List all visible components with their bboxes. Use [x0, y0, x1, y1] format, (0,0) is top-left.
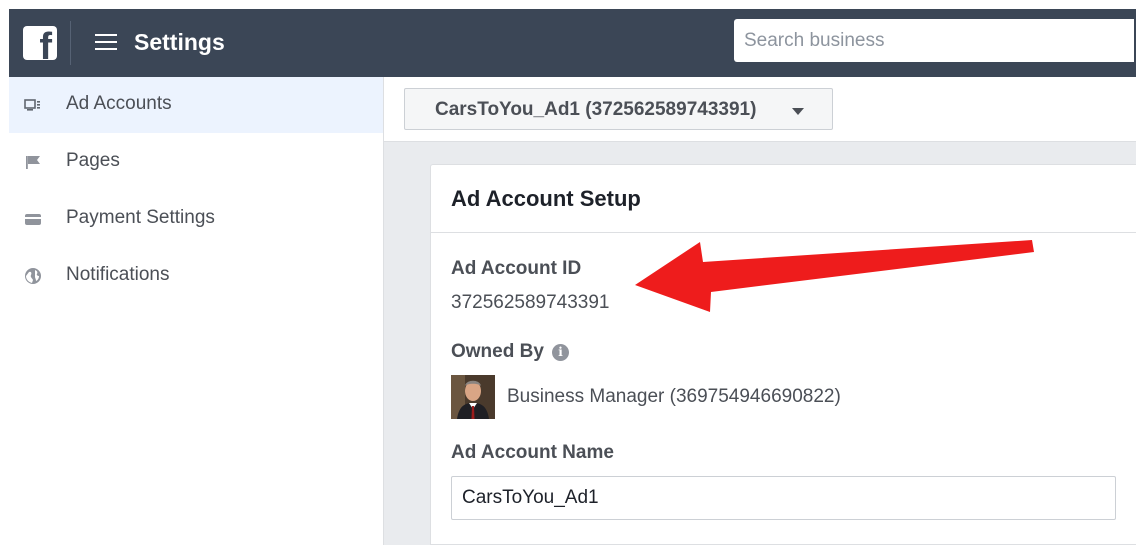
sidebar-item-notifications[interactable]: Notifications: [9, 248, 383, 304]
credit-card-icon: [25, 214, 41, 225]
header-divider: [70, 21, 71, 65]
owned-by-label: Owned By: [451, 341, 544, 362]
ad-account-dropdown[interactable]: CarsToYou_Ad1 (372562589743391): [404, 88, 833, 130]
owner-name[interactable]: Business Manager (369754946690822): [507, 386, 841, 408]
menu-icon[interactable]: [95, 33, 117, 51]
card-title: Ad Account Setup: [451, 186, 641, 211]
ad-account-dropdown-value: CarsToYou_Ad1 (372562589743391): [435, 99, 757, 120]
ad-account-id-value: 372562589743391: [451, 292, 610, 313]
ad-accounts-icon: [24, 99, 40, 111]
sidebar-item-label: Pages: [66, 150, 120, 171]
sidebar-item-label: Ad Accounts: [66, 93, 172, 114]
info-icon[interactable]: i: [552, 344, 569, 361]
ad-account-setup-card: Ad Account Setup Ad Account ID 372562589…: [430, 164, 1136, 545]
facebook-logo-icon[interactable]: f: [23, 26, 57, 66]
sidebar-item-ad-accounts[interactable]: Ad Accounts: [9, 77, 383, 133]
ad-account-id-label: Ad Account ID: [451, 258, 582, 279]
card-header: Ad Account Setup: [431, 165, 1136, 233]
sidebar: Ad Accounts Pages Payment Settings Notif…: [9, 77, 384, 545]
sidebar-item-payment-settings[interactable]: Payment Settings: [9, 191, 383, 247]
sidebar-item-pages[interactable]: Pages: [9, 134, 383, 190]
sidebar-item-label: Payment Settings: [66, 207, 215, 228]
page-title: Settings: [134, 29, 225, 55]
caret-down-icon: [792, 108, 804, 115]
account-selector-bar: CarsToYou_Ad1 (372562589743391): [384, 77, 1136, 142]
avatar: [451, 375, 495, 419]
sidebar-item-label: Notifications: [66, 264, 170, 285]
ad-account-name-input[interactable]: [451, 476, 1116, 520]
main-content: CarsToYou_Ad1 (372562589743391) Ad Accou…: [384, 77, 1136, 545]
flag-icon: [26, 156, 40, 169]
top-navigation-bar: f Settings: [9, 9, 1136, 77]
search-input[interactable]: [734, 19, 1134, 62]
ad-account-name-label: Ad Account Name: [451, 442, 614, 463]
globe-icon: [25, 268, 41, 284]
